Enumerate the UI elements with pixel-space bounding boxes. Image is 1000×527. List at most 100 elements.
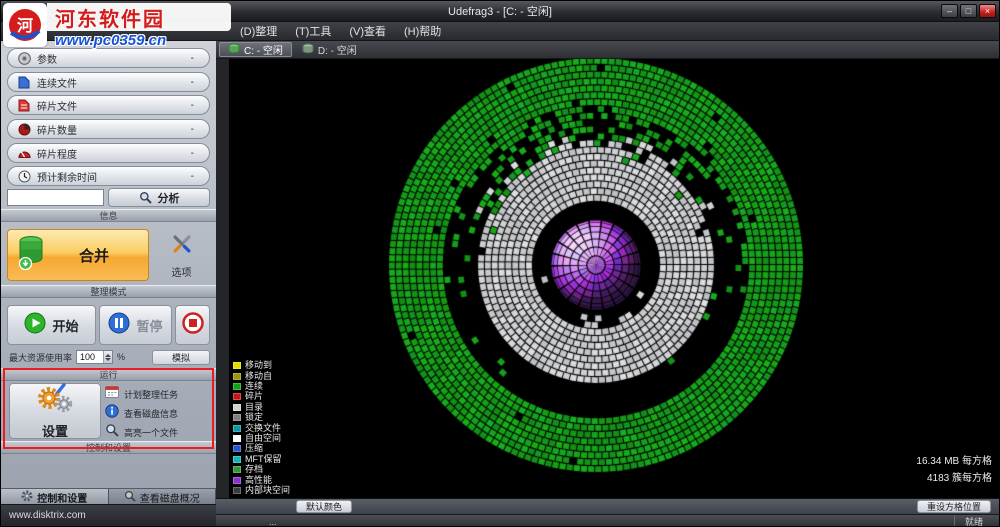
pause-button[interactable]: 暂停 [99,305,172,345]
legend-label: 锁定 [245,412,264,423]
legend-label: 连续 [245,381,264,392]
control-section-header: 控制和设置 [1,441,216,454]
schedule-defrag-item[interactable]: 计划整理任务 [105,385,213,403]
settings-button[interactable]: 设置 [9,382,101,439]
disk-magnifier-icon [124,490,136,505]
drive-tab-label: D: - 空闲 [317,46,357,57]
merge-label: 合并 [78,247,109,265]
map-toolbar: 默认颜色 重设方格位置 [216,498,999,514]
highlight-file-label: 高亮一个文件 [124,427,179,438]
legend-label: 移动到 [245,360,273,371]
stat-label: 参数 [37,54,57,66]
reset-blocks-button[interactable]: 重设方格位置 [916,500,991,513]
settings-label: 设置 [41,423,68,439]
tab-label: 查看磁盘概况 [139,494,200,505]
menu-tools[interactable]: (T)工具 [286,23,340,39]
legend-swatch [233,455,241,463]
pause-label: 暂停 [136,318,163,334]
database-icon [18,235,44,276]
stop-icon [181,311,204,339]
legend-item: 自由空间 [233,434,290,443]
website-link[interactable]: www.disktrix.com [9,510,86,521]
highlight-file-item[interactable]: 高亮一个文件 [105,423,213,441]
legend-swatch [233,466,241,474]
resource-usage-label: 最大资源使用率 [9,352,73,363]
legend-label: 内部块空间 [245,485,291,495]
resource-usage-row: 最大资源使用率 100 % 模拟 [9,349,210,365]
disk-map-canvas[interactable] [229,59,999,498]
resource-usage-combo[interactable]: 100 [76,350,114,364]
merge-button[interactable]: 合并 [7,229,149,281]
legend-item: 连续 [233,382,290,391]
legend-item: 锁定 [233,413,290,422]
fragment-count-icon [17,122,31,136]
menubar: (D)整理 (T)工具 (V)查看 (H)帮助 [1,22,999,41]
options-button[interactable]: 选项 [152,229,211,281]
legend-item: 移动自 [233,370,290,381]
start-button[interactable]: 开始 [7,305,96,345]
legend-label: MFT保留 [245,453,282,464]
legend-swatch [233,362,241,370]
legend-swatch [233,414,241,422]
stat-row-fragmented-files: 碎片文件 - [7,95,210,115]
legend-swatch [233,383,241,391]
status-right-text: 就绪 [953,515,983,526]
spinner-arrows-icon[interactable] [103,351,113,363]
legend-swatch [233,476,241,484]
tab-label: 控制和设置 [37,494,88,505]
legend-swatch [233,372,241,380]
menu-defrag[interactable]: (D)整理 [231,23,286,39]
fragmented-files-icon [17,98,31,112]
drive-icon [302,43,314,57]
stat-label: 连续文件 [37,78,77,90]
minimize-button[interactable]: – [941,4,958,18]
legend: 移动到 移动自 连续 碎片 目录 锁定 交换文件 自由空间 压缩 MFT保留 存档 高性能 内部块空间 [233,361,290,495]
statusbar: ... 就绪 [216,514,999,527]
legend-label: 交换文件 [245,422,282,433]
magnifier-icon [105,423,119,442]
view-disk-info-item[interactable]: 查看磁盘信息 [105,403,213,422]
legend-label: 自由空间 [245,433,282,444]
drive-tab-d[interactable]: D: - 空闲 [294,42,365,57]
stat-label: 碎片程度 [37,149,77,161]
legend-item: 碎片 [233,392,290,401]
legend-item: 存档 [233,465,290,474]
stop-button[interactable] [175,305,210,345]
legend-swatch [233,393,241,401]
drive-icon [228,43,240,57]
file-filter-input[interactable] [7,189,104,206]
legend-item: 目录 [233,401,290,412]
time-remaining-icon [17,169,31,183]
drive-tab-c[interactable]: C: - 空闲 [219,42,292,57]
stat-row-fragment-count: 碎片数量 - [7,119,210,139]
sidebar: 参数 - 连续文件 - 碎片文件 - 碎片数量 - 碎片程度 - 预计剩余时间 … [1,41,216,526]
simulate-button[interactable]: 模拟 [152,349,210,365]
menu-view[interactable]: (V)查看 [340,23,395,39]
analyze-label: 分析 [157,192,180,205]
legend-label: 目录 [245,401,264,412]
info-section-header: 信息 [1,209,216,222]
stat-value: - [190,76,194,88]
stat-value: - [190,99,194,111]
fragmentation-level-icon [17,146,31,160]
legend-label: 移动自 [245,370,273,381]
stat-label: 预计剩余时间 [37,172,97,184]
analyze-button[interactable]: 分析 [108,188,210,207]
default-colors-button[interactable]: 默认颜色 [296,500,353,513]
legend-item: MFT保留 [233,453,290,464]
gear-icon [21,490,33,505]
stat-label: 碎片数量 [37,125,77,137]
run-section-header: 运行 [1,368,216,381]
close-button[interactable]: × [979,4,996,18]
volume-icon [17,51,31,65]
stat-value: - [190,147,194,159]
legend-item: 压缩 [233,444,290,453]
maximize-button[interactable]: □ [960,4,977,18]
disk-map-area: 移动到 移动自 连续 碎片 目录 锁定 交换文件 自由空间 压缩 MFT保留 存档 高性能 内部块空间 … [229,59,999,498]
menu-help[interactable]: (H)帮助 [395,23,450,39]
legend-swatch [233,435,241,443]
stat-value: - [190,52,194,64]
legend-item: 移动到 [233,361,290,370]
block-info: 16.34 MB 每方格 4183 簇每方格 [916,453,992,487]
status-left-text: ... [269,516,277,527]
